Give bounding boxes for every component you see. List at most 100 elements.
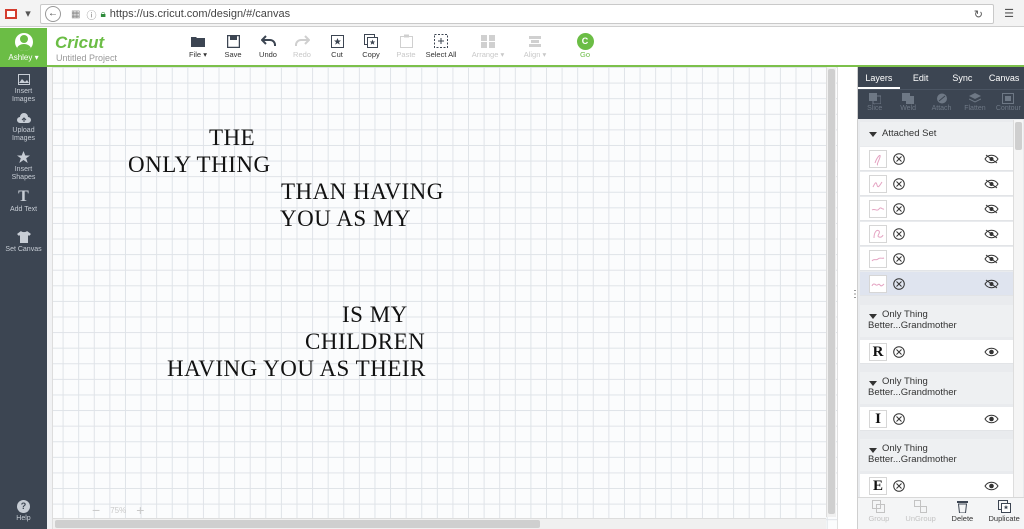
layer-row[interactable]: E <box>860 474 1013 498</box>
select-all-icon <box>419 32 463 50</box>
contour-button[interactable]: Contour <box>992 90 1024 119</box>
cut-operation-icon[interactable] <box>893 278 905 292</box>
visibility-off-icon[interactable] <box>984 154 999 166</box>
slice-button[interactable]: Slice <box>858 90 891 119</box>
layers-scrollbar[interactable] <box>1013 120 1023 510</box>
layer-row[interactable] <box>860 172 1013 196</box>
weld-button[interactable]: Weld <box>891 90 924 119</box>
align-button[interactable]: Align ▾ <box>513 32 557 64</box>
select-all-button[interactable]: Select All <box>419 32 463 64</box>
chevron-down-icon: ▾ <box>500 50 505 59</box>
browser-dropdown-icon[interactable]: ▾ <box>21 4 35 23</box>
sidebar-item-help[interactable]: ? Help <box>0 499 47 523</box>
browser-menu-button[interactable]: ☰ <box>1000 4 1018 23</box>
layer-row[interactable] <box>860 197 1013 221</box>
canvas-text-children[interactable]: CHILDREN <box>305 329 425 355</box>
lock-icon: 🔒︎ <box>100 8 106 20</box>
group-button[interactable]: Group <box>858 498 900 529</box>
layer-thumbnail: R <box>869 343 887 361</box>
info-icon[interactable]: ⓘ <box>86 7 96 22</box>
layers-footer: Group UnGroup Delete Duplicate <box>858 497 1024 529</box>
user-name: Ashley <box>8 53 33 62</box>
tab-layers[interactable]: Layers <box>858 67 900 89</box>
chevron-down-icon: ▾ <box>34 53 39 62</box>
help-icon: ? <box>0 499 47 513</box>
attach-icon <box>925 93 958 105</box>
design-canvas[interactable] <box>47 67 837 529</box>
layer-actions: Slice Weld Attach Flatten Contour <box>858 89 1024 119</box>
layer-group-header[interactable]: Only Thing Better...Grandmother <box>860 439 1013 471</box>
sidebar-item-insert-shapes[interactable]: Insert Shapes <box>0 150 47 182</box>
visibility-icon[interactable] <box>984 481 999 493</box>
weld-icon <box>891 93 924 105</box>
canvas-text-only-thing[interactable]: ONLY THING <box>128 152 271 178</box>
sidebar-item-upload-images[interactable]: Upload Images <box>0 111 47 143</box>
arrange-button[interactable]: Arrange ▾ <box>465 32 511 64</box>
app-header <box>0 28 1024 67</box>
ungroup-button[interactable]: UnGroup <box>900 498 942 529</box>
layer-group-header[interactable]: Only Thing Better...Grandmother <box>860 372 1013 404</box>
visibility-off-icon[interactable] <box>984 254 999 266</box>
address-bar[interactable]: ← ▦ ⓘ 🔒︎ https://us.cricut.com/design/#/… <box>40 4 994 24</box>
group-icon <box>858 500 900 514</box>
canvas-text-having-you-as-their[interactable]: HAVING YOU AS THEIR <box>167 356 426 382</box>
caret-down-icon <box>869 132 877 137</box>
canvas-text-than-having[interactable]: THAN HAVING <box>281 179 444 205</box>
tab-canvas[interactable]: Canvas <box>983 67 1024 89</box>
duplicate-button[interactable]: Duplicate <box>983 498 1024 529</box>
cut-operation-icon[interactable] <box>893 228 905 242</box>
go-icon: C <box>563 32 607 50</box>
back-icon[interactable]: ← <box>45 6 61 22</box>
layer-thumbnail: E <box>869 477 887 495</box>
canvas-text-is-my[interactable]: IS MY <box>342 302 408 328</box>
user-menu[interactable]: Ashley ▾ <box>0 28 47 67</box>
flatten-button[interactable]: Flatten <box>958 90 991 119</box>
trash-icon <box>942 500 984 514</box>
reload-icon[interactable]: ↻ <box>974 8 983 21</box>
visibility-off-icon[interactable] <box>984 179 999 191</box>
layer-group-header[interactable]: Attached Set <box>860 122 1013 146</box>
cut-operation-icon[interactable] <box>893 346 905 360</box>
drag-handle-icon: ⋮ <box>850 289 860 300</box>
panel-resize-handle[interactable]: ⋮ <box>837 67 860 529</box>
visibility-icon[interactable] <box>984 414 999 426</box>
tab-edit[interactable]: Edit <box>900 67 942 89</box>
layer-row-selected[interactable] <box>860 272 1013 296</box>
cut-operation-icon[interactable] <box>893 153 905 167</box>
cut-operation-icon[interactable] <box>893 178 905 192</box>
arrange-icon <box>465 32 511 50</box>
cut-operation-icon[interactable] <box>893 480 905 494</box>
layer-row[interactable] <box>860 147 1013 171</box>
cut-operation-icon[interactable] <box>893 203 905 217</box>
canvas-vertical-scrollbar[interactable] <box>826 67 836 517</box>
project-name[interactable]: Untitled Project <box>56 53 117 63</box>
browser-menu-icon[interactable] <box>3 4 19 23</box>
cut-operation-icon[interactable] <box>893 413 905 427</box>
url-text[interactable]: https://us.cricut.com/design/#/canvas <box>110 8 290 20</box>
zoom-in-button[interactable]: + <box>136 502 144 518</box>
sidebar-item-set-canvas[interactable]: Set Canvas <box>0 230 47 254</box>
layer-row[interactable]: I <box>860 407 1013 431</box>
cut-operation-icon[interactable] <box>893 253 905 267</box>
avatar-icon <box>14 33 33 51</box>
layer-row[interactable]: R <box>860 340 1013 364</box>
delete-button[interactable]: Delete <box>942 498 984 529</box>
zoom-out-button[interactable]: − <box>92 502 100 518</box>
go-button[interactable]: C Go <box>563 32 607 64</box>
tabs-icon[interactable]: ▦ <box>71 9 80 20</box>
canvas-text-you-as-my[interactable]: YOU AS MY <box>280 206 411 232</box>
layer-row[interactable] <box>860 222 1013 246</box>
visibility-off-icon[interactable] <box>984 229 999 241</box>
sidebar-item-insert-images[interactable]: Insert Images <box>0 72 47 104</box>
layer-group-header[interactable]: Only Thing Better...Grandmother <box>860 305 1013 337</box>
slice-icon <box>858 93 891 105</box>
visibility-off-icon[interactable] <box>984 279 999 291</box>
tab-sync[interactable]: Sync <box>942 67 984 89</box>
sidebar-item-add-text[interactable]: T Add Text <box>0 189 47 214</box>
visibility-icon[interactable] <box>984 347 999 359</box>
visibility-off-icon[interactable] <box>984 204 999 216</box>
attach-button[interactable]: Attach <box>925 90 958 119</box>
canvas-text-the[interactable]: THE <box>209 125 255 151</box>
layer-row[interactable] <box>860 247 1013 271</box>
canvas-horizontal-scrollbar[interactable] <box>53 518 826 529</box>
